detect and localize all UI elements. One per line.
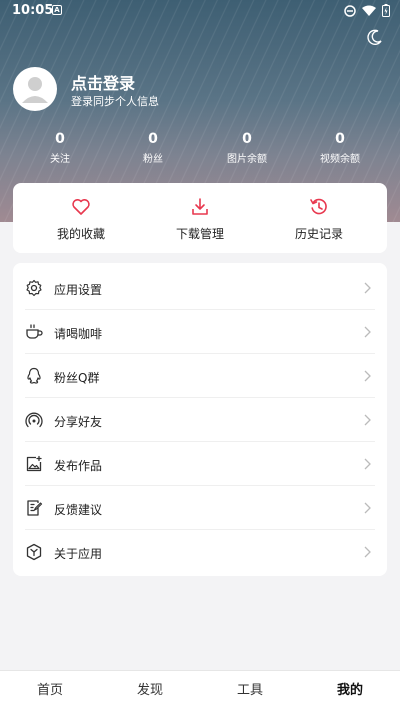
menu-item-about-app[interactable]: 关于应用 — [13, 530, 387, 574]
nav-tab-discover[interactable]: 发现 — [100, 671, 200, 711]
share-signal-icon — [25, 412, 43, 428]
menu-item-publish-work[interactable]: 发布作品 — [13, 442, 387, 486]
menu-item-share-friends[interactable]: 分享好友 — [13, 398, 387, 442]
status-bar: 10:05 A — [0, 0, 400, 22]
stat-value: 0 — [335, 131, 345, 147]
cube-icon — [26, 543, 42, 561]
nav-tab-mine[interactable]: 我的 — [300, 671, 400, 711]
menu-item-feedback[interactable]: 反馈建议 — [13, 486, 387, 530]
menu-label: 粉丝Q群 — [54, 371, 100, 385]
nav-tab-home[interactable]: 首页 — [0, 671, 100, 711]
bottom-nav: 首页 发现 工具 我的 — [0, 670, 400, 711]
night-mode-icon[interactable] — [366, 28, 384, 46]
status-time: 10:05 — [12, 3, 54, 18]
quick-action-label: 我的收藏 — [56, 227, 105, 241]
gear-icon — [26, 279, 42, 297]
chevron-right-icon — [364, 502, 371, 514]
history-icon — [310, 198, 327, 215]
wifi-icon — [362, 5, 376, 16]
stat-image-balance[interactable]: 0 图片余额 — [207, 131, 287, 165]
status-icons — [344, 4, 390, 17]
stat-label: 关注 — [50, 154, 70, 165]
menu-item-fan-qq-group[interactable]: 粉丝Q群 — [13, 354, 387, 398]
favorites-button[interactable]: 我的收藏 — [19, 183, 143, 253]
chevron-right-icon — [364, 414, 371, 426]
download-manager-button[interactable]: 下载管理 — [138, 183, 262, 253]
default-user-icon — [22, 77, 48, 103]
menu-label: 反馈建议 — [54, 503, 103, 517]
coffee-icon — [26, 324, 43, 339]
menu-label: 分享好友 — [54, 415, 103, 429]
quick-action-label: 下载管理 — [175, 227, 224, 241]
chevron-right-icon — [364, 458, 371, 470]
battery-icon — [382, 4, 390, 17]
menu-label: 请喝咖啡 — [54, 327, 103, 341]
image-upload-icon — [26, 455, 42, 472]
heart-icon — [72, 199, 90, 215]
stat-followers[interactable]: 0 粉丝 — [113, 131, 193, 165]
dnd-icon — [344, 4, 356, 17]
menu-item-buy-coffee[interactable]: 请喝咖啡 — [13, 310, 387, 354]
quick-action-label: 历史记录 — [294, 227, 343, 241]
stat-label: 图片余额 — [227, 154, 267, 165]
download-icon — [192, 198, 208, 215]
quick-actions-card: 我的收藏 下载管理 历史记录 — [13, 183, 387, 253]
stat-following[interactable]: 0 关注 — [20, 131, 100, 165]
notification-badge: A — [52, 5, 62, 15]
feedback-icon — [27, 500, 43, 516]
chevron-right-icon — [364, 370, 371, 382]
chevron-right-icon — [364, 326, 371, 338]
qq-icon — [27, 367, 41, 384]
stat-video-balance[interactable]: 0 视频余额 — [300, 131, 380, 165]
stat-value: 0 — [55, 131, 65, 147]
menu-label: 发布作品 — [54, 459, 103, 473]
menu-label: 关于应用 — [54, 547, 103, 561]
chevron-right-icon — [364, 546, 371, 558]
stat-value: 0 — [242, 131, 252, 147]
login-title[interactable]: 点击登录 — [71, 70, 135, 94]
menu-label: 应用设置 — [54, 283, 103, 297]
stat-label: 视频余额 — [320, 154, 360, 165]
stat-label: 粉丝 — [143, 154, 163, 165]
nav-tab-tools[interactable]: 工具 — [200, 671, 300, 711]
stat-value: 0 — [148, 131, 158, 147]
login-subtitle: 登录同步个人信息 — [71, 95, 159, 108]
chevron-right-icon — [364, 282, 371, 294]
settings-menu: 应用设置 请喝咖啡 粉丝Q群 分享好友 发布作品 反馈建议 关于应用 — [13, 263, 387, 576]
history-button[interactable]: 历史记录 — [257, 183, 381, 253]
menu-item-app-settings[interactable]: 应用设置 — [13, 266, 387, 310]
avatar[interactable] — [13, 67, 57, 111]
